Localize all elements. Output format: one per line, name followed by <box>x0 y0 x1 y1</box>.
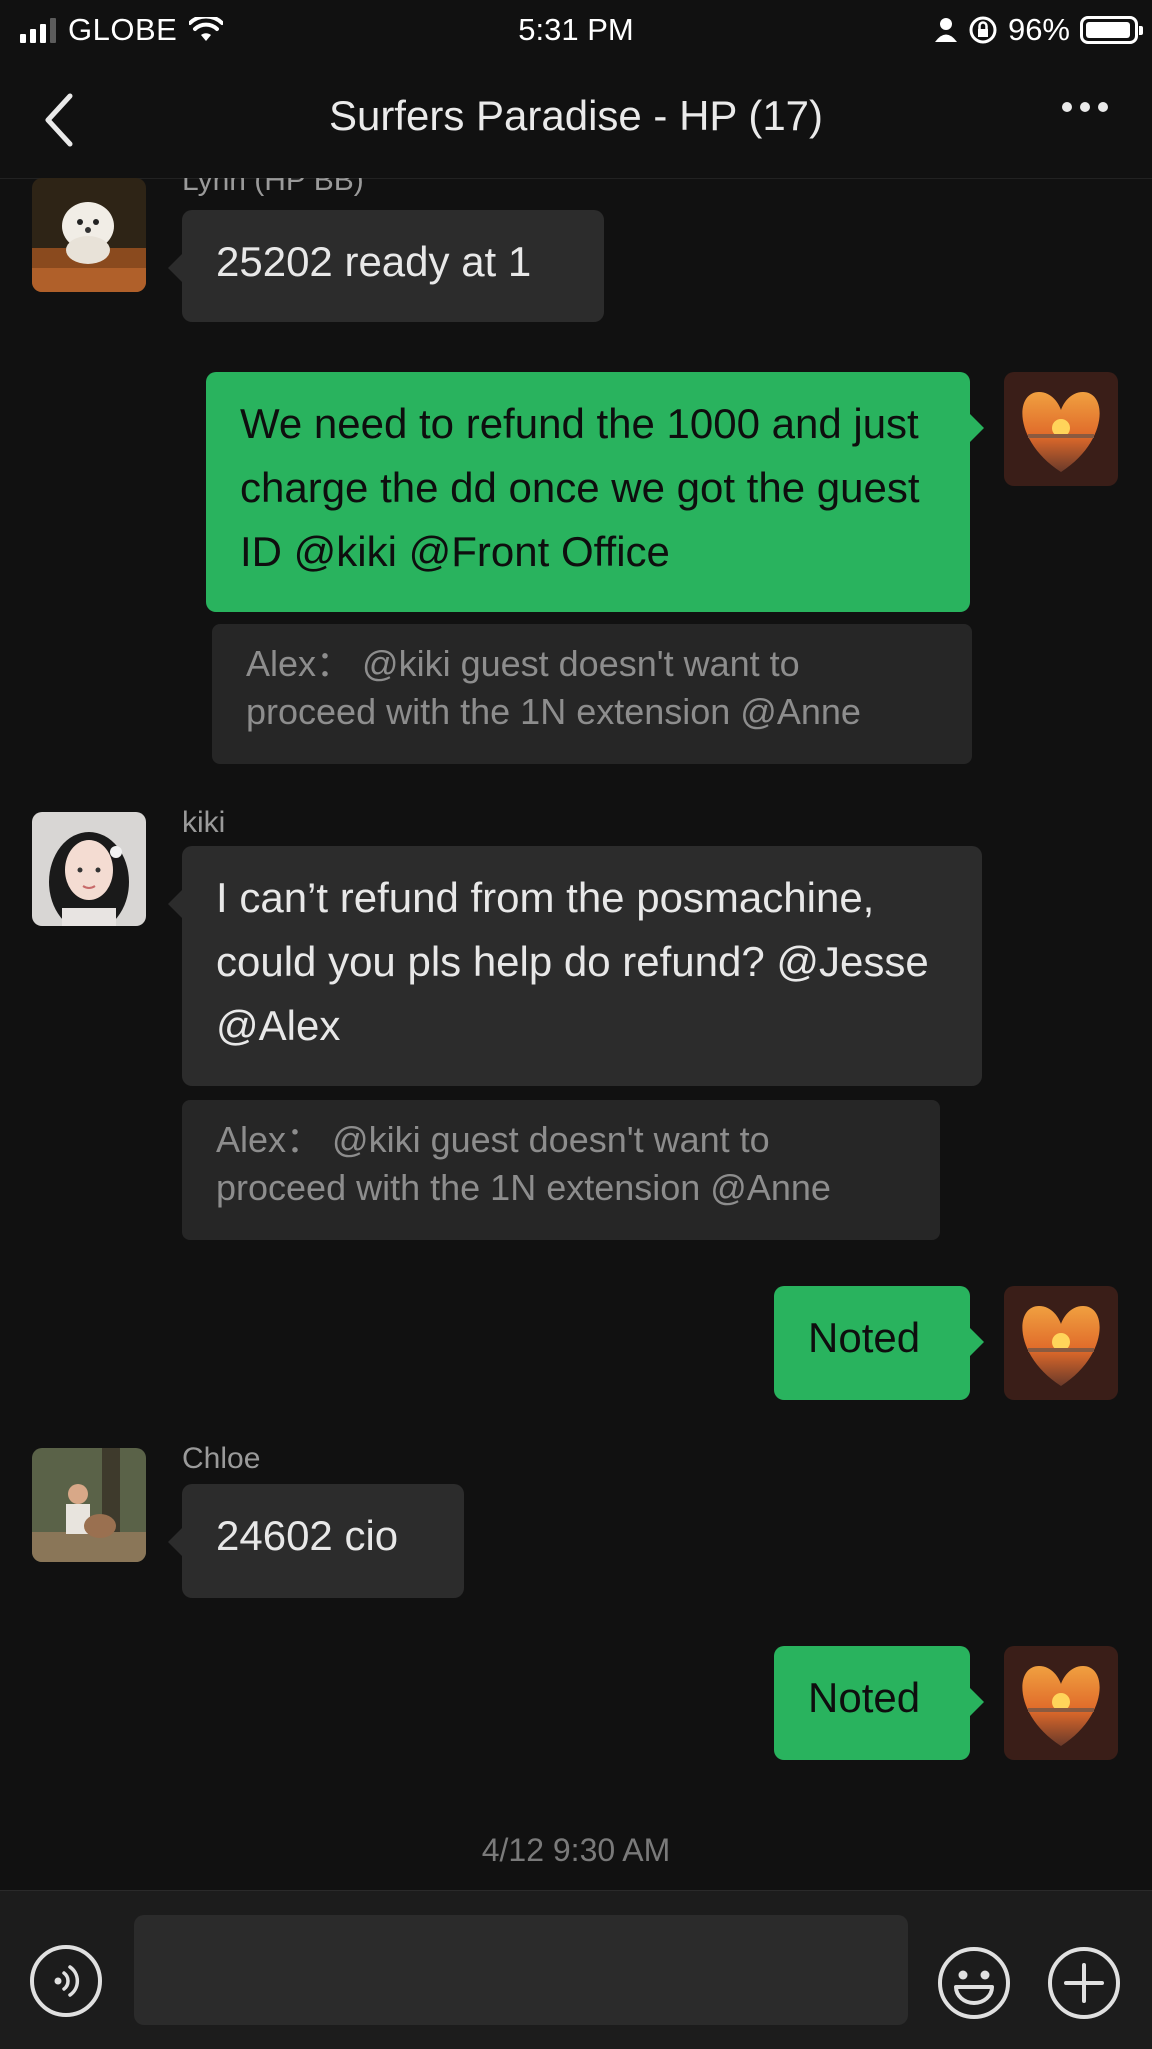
message-timestamp: 4/12 9:30 AM <box>481 1832 671 1868</box>
person-icon <box>934 18 957 42</box>
status-bar: GLOBE 5:31 PM 96% <box>0 0 1152 62</box>
sender-name: kiki <box>182 806 226 839</box>
message-bubble[interactable]: We need to refund the 1000 and just char… <box>206 372 984 612</box>
nav-bar: Surfers Paradise - HP (17) <box>0 62 1152 179</box>
input-bar <box>0 1890 1152 2049</box>
battery-icon <box>1080 16 1143 44</box>
quoted-message[interactable]: Alex： @kiki guest doesn't want to procee… <box>212 624 972 764</box>
avatar-chloe[interactable] <box>32 1448 146 1562</box>
message-bubble[interactable]: I can’t refund from the posmachine, coul… <box>168 846 982 1086</box>
avatar-self[interactable] <box>1004 1286 1118 1400</box>
emoji-icon[interactable] <box>936 1945 1012 2021</box>
avatar-self[interactable] <box>1004 1646 1118 1760</box>
message-input[interactable] <box>134 1915 908 2025</box>
sender-name: Chloe <box>182 1442 261 1475</box>
avatar-lynn[interactable] <box>32 178 146 292</box>
message-bubble[interactable]: 25202 ready at 1 <box>168 210 604 322</box>
message-bubble[interactable]: 24602 cio <box>168 1484 464 1598</box>
message-bubble[interactable]: Noted <box>774 1286 984 1400</box>
voice-button[interactable] <box>30 1945 102 2017</box>
chat-title: Surfers Paradise - HP (17) <box>328 92 824 139</box>
avatar-self[interactable] <box>1004 372 1118 486</box>
chat-messages[interactable]: Lynn (HP BB) 25202 ready at 1 We need to… <box>0 178 1152 1890</box>
battery-percent: 96% <box>1007 12 1070 47</box>
plus-icon[interactable] <box>1046 1945 1122 2021</box>
avatar-kiki[interactable] <box>32 812 146 926</box>
more-dots-icon[interactable] <box>1062 102 1108 112</box>
rotation-lock-icon <box>969 16 997 44</box>
message-bubble[interactable]: Noted <box>774 1646 984 1760</box>
voice-icon <box>54 1965 80 1997</box>
quoted-message[interactable]: Alex： @kiki guest doesn't want to procee… <box>182 1100 940 1240</box>
sender-name: Lynn (HP BB) <box>182 178 364 197</box>
